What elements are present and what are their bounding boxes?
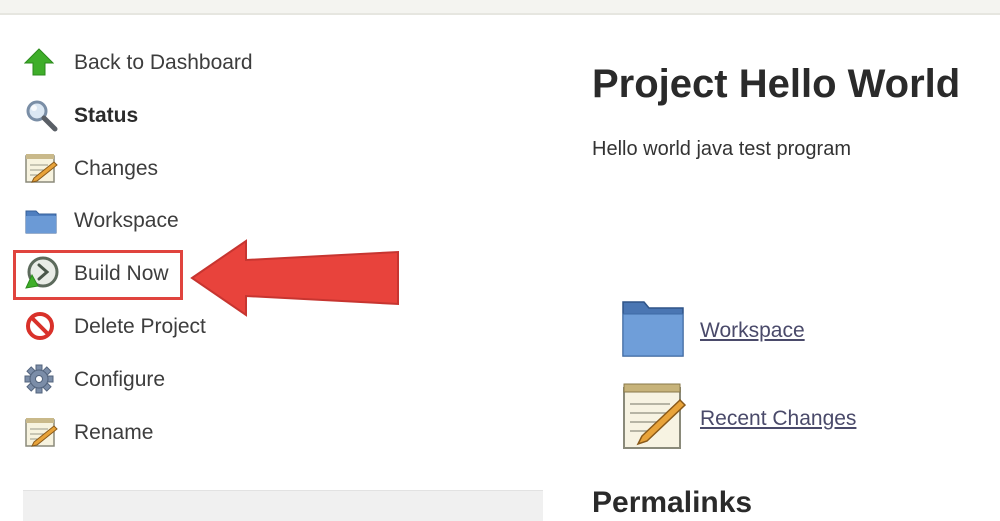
project-description: Hello world java test program bbox=[592, 138, 851, 160]
up-arrow-icon bbox=[24, 44, 62, 80]
main-content: Project Hello World Hello world java tes… bbox=[592, 0, 1000, 519]
annotation-arrow-icon bbox=[190, 239, 399, 317]
main-link-recent-changes[interactable]: Recent Changes bbox=[620, 380, 856, 457]
notepad-icon bbox=[620, 380, 687, 457]
sidebar-item-label: Status bbox=[74, 103, 139, 127]
notepad-icon bbox=[24, 150, 62, 186]
sidebar-item-label: Delete Project bbox=[74, 314, 206, 338]
sidebar-item-delete-project[interactable]: Delete Project bbox=[24, 306, 206, 346]
page-title: Project Hello World bbox=[592, 62, 961, 106]
sidebar-item-label: Configure bbox=[74, 367, 166, 391]
gear-icon bbox=[24, 361, 62, 397]
sidebar-panel bbox=[23, 490, 543, 521]
search-icon bbox=[24, 97, 62, 133]
sidebar-item-back-to-dashboard[interactable]: Back to Dashboard bbox=[24, 42, 253, 82]
permalinks-heading: Permalinks bbox=[592, 486, 753, 519]
sidebar-item-label: Rename bbox=[74, 420, 154, 444]
notepad-icon bbox=[24, 414, 62, 450]
sidebar-item-configure[interactable]: Configure bbox=[24, 359, 165, 399]
main-link-workspace[interactable]: Workspace bbox=[620, 296, 805, 365]
sidebar-item-label: Workspace bbox=[74, 208, 179, 232]
no-entry-icon bbox=[24, 308, 62, 344]
sidebar-item-changes[interactable]: Changes bbox=[24, 148, 158, 188]
workspace-link[interactable]: Workspace bbox=[700, 319, 805, 343]
sidebar-item-workspace[interactable]: Workspace bbox=[24, 200, 179, 240]
sidebar-item-build-now[interactable]: Build Now bbox=[24, 253, 169, 293]
folder-icon bbox=[24, 202, 62, 238]
sidebar-item-status[interactable]: Status bbox=[24, 95, 138, 135]
recent-changes-link[interactable]: Recent Changes bbox=[700, 407, 856, 431]
sidebar-item-label: Build Now bbox=[74, 261, 169, 285]
build-clock-icon bbox=[24, 255, 62, 291]
sidebar-item-label: Changes bbox=[74, 156, 159, 180]
sidebar-item-label: Back to Dashboard bbox=[74, 50, 253, 74]
sidebar-item-rename[interactable]: Rename bbox=[24, 412, 153, 452]
folder-icon bbox=[620, 296, 686, 365]
